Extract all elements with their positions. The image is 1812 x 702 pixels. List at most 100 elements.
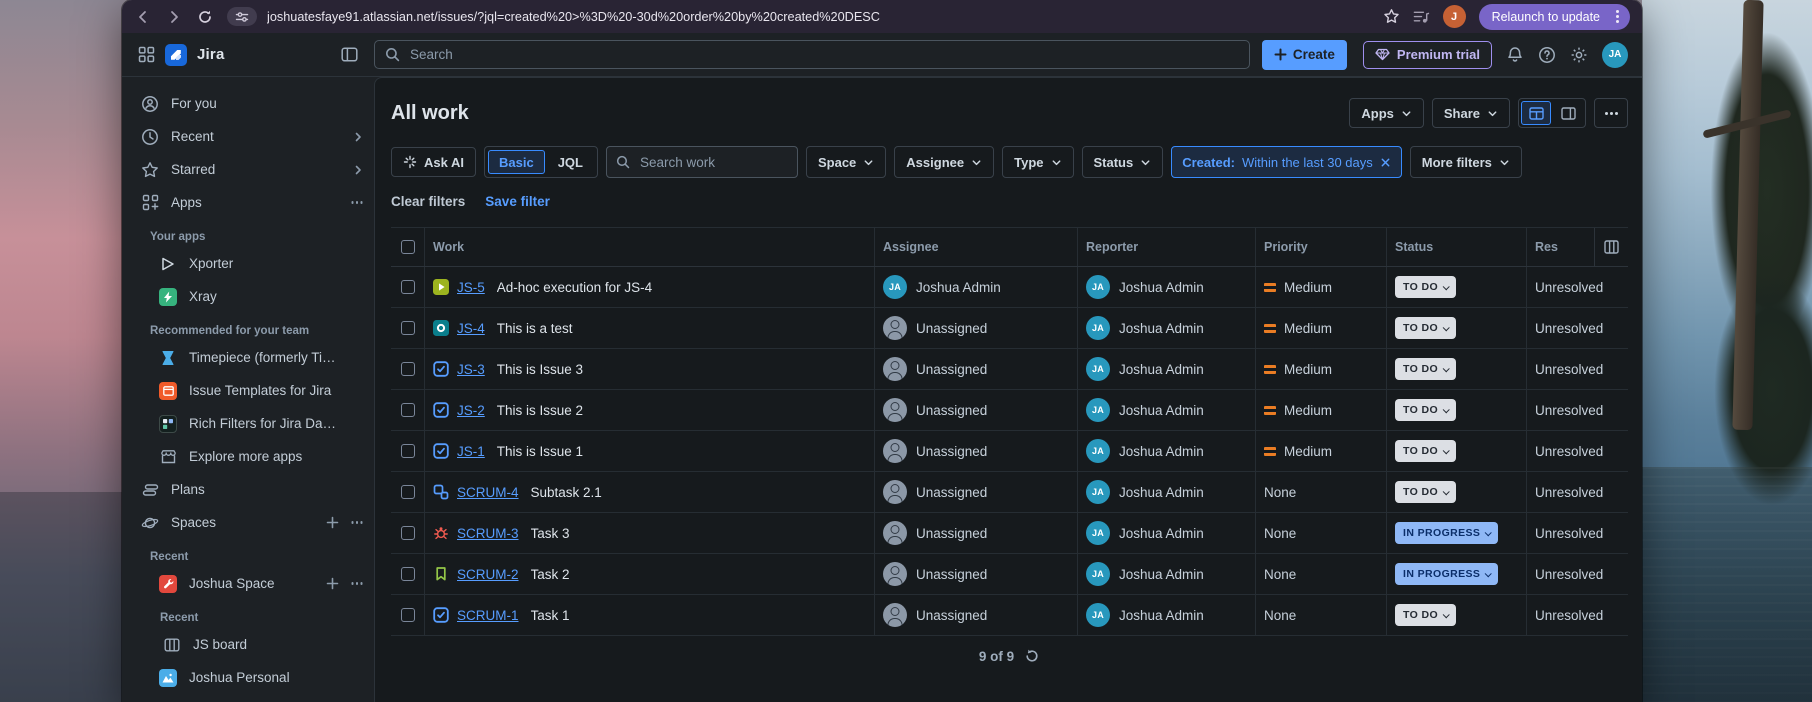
row-checkbox[interactable] xyxy=(401,567,415,581)
search-work-input[interactable] xyxy=(638,154,788,171)
sidebar-item-xray[interactable]: Xray xyxy=(122,280,374,313)
assignee-cell[interactable]: JA Joshua Admin xyxy=(875,267,1078,307)
share-button[interactable]: Share xyxy=(1432,98,1510,128)
more-icon[interactable] xyxy=(350,516,364,530)
more-icon[interactable] xyxy=(350,577,364,591)
jira-logo-icon[interactable] xyxy=(165,44,187,66)
issue-key-link[interactable]: SCRUM-3 xyxy=(457,526,519,541)
reporter-cell[interactable]: JA Joshua Admin xyxy=(1078,513,1256,553)
priority-cell[interactable]: None xyxy=(1256,472,1387,512)
table-row[interactable]: SCRUM-2 Task 2 Unassigned JA Joshua Admi… xyxy=(391,554,1628,595)
global-search-input[interactable] xyxy=(408,46,1239,63)
create-button[interactable]: Create xyxy=(1262,40,1347,70)
search-work[interactable] xyxy=(606,146,798,178)
sidebar-item-issue-templates[interactable]: Issue Templates for Jira xyxy=(122,374,374,407)
site-info-icon[interactable] xyxy=(227,7,257,26)
sidebar-item-js-board[interactable]: JS board xyxy=(122,628,374,661)
status-select[interactable]: TO DO xyxy=(1395,358,1456,380)
priority-cell[interactable]: Medium xyxy=(1256,431,1387,471)
back-icon[interactable] xyxy=(134,8,151,25)
table-row[interactable]: JS-1 This is Issue 1 Unassigned JA Joshu… xyxy=(391,431,1628,472)
table-row[interactable]: SCRUM-1 Task 1 Unassigned JA Joshua Admi… xyxy=(391,595,1628,636)
tab-basic[interactable]: Basic xyxy=(488,150,545,174)
priority-cell[interactable]: Medium xyxy=(1256,349,1387,389)
save-filter-link[interactable]: Save filter xyxy=(485,194,550,209)
more-filters-dropdown[interactable]: More filters xyxy=(1410,146,1522,178)
address-bar[interactable]: joshuatesfaye91.atlassian.net/issues/?jq… xyxy=(227,7,1369,26)
assignee-cell[interactable]: Unassigned xyxy=(875,554,1078,594)
add-icon[interactable] xyxy=(326,577,339,590)
sidebar-item-for-you[interactable]: For you xyxy=(122,87,374,120)
help-icon[interactable] xyxy=(1538,46,1556,64)
more-icon[interactable] xyxy=(350,196,364,210)
reporter-cell[interactable]: JA Joshua Admin xyxy=(1078,349,1256,389)
status-select[interactable]: TO DO xyxy=(1395,276,1456,298)
priority-cell[interactable]: None xyxy=(1256,513,1387,553)
table-row[interactable]: SCRUM-3 Task 3 Unassigned JA Joshua Admi… xyxy=(391,513,1628,554)
url-text[interactable]: joshuatesfaye91.atlassian.net/issues/?jq… xyxy=(267,10,880,24)
assignee-cell[interactable]: Unassigned xyxy=(875,513,1078,553)
kebab-menu-icon[interactable] xyxy=(1608,8,1626,26)
sidebar-item-joshua-space[interactable]: Joshua Space xyxy=(122,567,374,600)
issue-key-link[interactable]: JS-5 xyxy=(457,280,485,295)
notifications-bell-icon[interactable] xyxy=(1506,46,1524,64)
created-filter-chip[interactable]: Created: Within the last 30 days xyxy=(1171,146,1402,178)
apps-dropdown-button[interactable]: Apps xyxy=(1349,98,1424,128)
table-row[interactable]: JS-4 This is a test Unassigned JA Joshua… xyxy=(391,308,1628,349)
collapse-sidebar-icon[interactable] xyxy=(341,47,358,62)
chevron-right-icon[interactable] xyxy=(352,164,364,176)
row-checkbox[interactable] xyxy=(401,526,415,540)
sidebar-item-joshua-personal[interactable]: Joshua Personal xyxy=(122,661,374,694)
filter-assignee-dropdown[interactable]: Assignee xyxy=(894,146,994,178)
assignee-cell[interactable]: Unassigned xyxy=(875,390,1078,430)
ask-ai-button[interactable]: Ask AI xyxy=(391,147,476,177)
row-checkbox[interactable] xyxy=(401,444,415,458)
browser-profile-avatar[interactable]: J xyxy=(1443,5,1466,28)
status-select[interactable]: IN PROGRESS xyxy=(1395,563,1498,585)
header-status[interactable]: Status xyxy=(1387,228,1527,266)
header-work[interactable]: Work xyxy=(425,228,875,266)
issue-key-link[interactable]: JS-3 xyxy=(457,362,485,377)
global-search[interactable] xyxy=(374,40,1250,69)
reporter-cell[interactable]: JA Joshua Admin xyxy=(1078,595,1256,635)
issue-key-link[interactable]: SCRUM-2 xyxy=(457,567,519,582)
app-switcher-icon[interactable] xyxy=(138,46,155,63)
sidebar-item-rich-filters[interactable]: Rich Filters for Jira Da… xyxy=(122,407,374,440)
column-settings-button[interactable] xyxy=(1594,228,1628,266)
premium-trial-button[interactable]: Premium trial xyxy=(1363,41,1492,69)
user-avatar[interactable]: JA xyxy=(1602,42,1628,68)
table-row[interactable]: JS-5 Ad-hoc execution for JS-4 JA Joshua… xyxy=(391,267,1628,308)
issue-key-link[interactable]: JS-4 xyxy=(457,321,485,336)
sidebar-item-plans[interactable]: Plans xyxy=(122,473,374,506)
filter-type-dropdown[interactable]: Type xyxy=(1002,146,1073,178)
issue-key-link[interactable]: SCRUM-1 xyxy=(457,608,519,623)
issue-key-link[interactable]: JS-1 xyxy=(457,444,485,459)
clear-filters-link[interactable]: Clear filters xyxy=(391,194,465,209)
close-icon[interactable] xyxy=(1380,157,1391,168)
reload-icon[interactable] xyxy=(196,8,213,25)
refresh-icon[interactable] xyxy=(1024,648,1040,664)
status-select[interactable]: TO DO xyxy=(1395,317,1456,339)
row-checkbox[interactable] xyxy=(401,362,415,376)
assignee-cell[interactable]: Unassigned xyxy=(875,349,1078,389)
filter-status-dropdown[interactable]: Status xyxy=(1082,146,1164,178)
priority-cell[interactable]: None xyxy=(1256,595,1387,635)
issue-key-link[interactable]: SCRUM-4 xyxy=(457,485,519,500)
reporter-cell[interactable]: JA Joshua Admin xyxy=(1078,308,1256,348)
sidebar-item-starred[interactable]: Starred xyxy=(122,153,374,186)
priority-cell[interactable]: Medium xyxy=(1256,267,1387,307)
issue-key-link[interactable]: JS-2 xyxy=(457,403,485,418)
status-select[interactable]: TO DO xyxy=(1395,481,1456,503)
tab-jql[interactable]: JQL xyxy=(547,150,594,174)
priority-cell[interactable]: None xyxy=(1256,554,1387,594)
status-select[interactable]: TO DO xyxy=(1395,440,1456,462)
assignee-cell[interactable]: Unassigned xyxy=(875,308,1078,348)
table-row[interactable]: JS-3 This is Issue 3 Unassigned JA Joshu… xyxy=(391,349,1628,390)
priority-cell[interactable]: Medium xyxy=(1256,308,1387,348)
sidebar-item-explore-apps[interactable]: Explore more apps xyxy=(122,440,374,473)
row-checkbox[interactable] xyxy=(401,280,415,294)
header-assignee[interactable]: Assignee xyxy=(875,228,1078,266)
assignee-cell[interactable]: Unassigned xyxy=(875,431,1078,471)
relaunch-button[interactable]: Relaunch to update xyxy=(1479,4,1630,30)
detail-view-button[interactable] xyxy=(1553,101,1583,125)
